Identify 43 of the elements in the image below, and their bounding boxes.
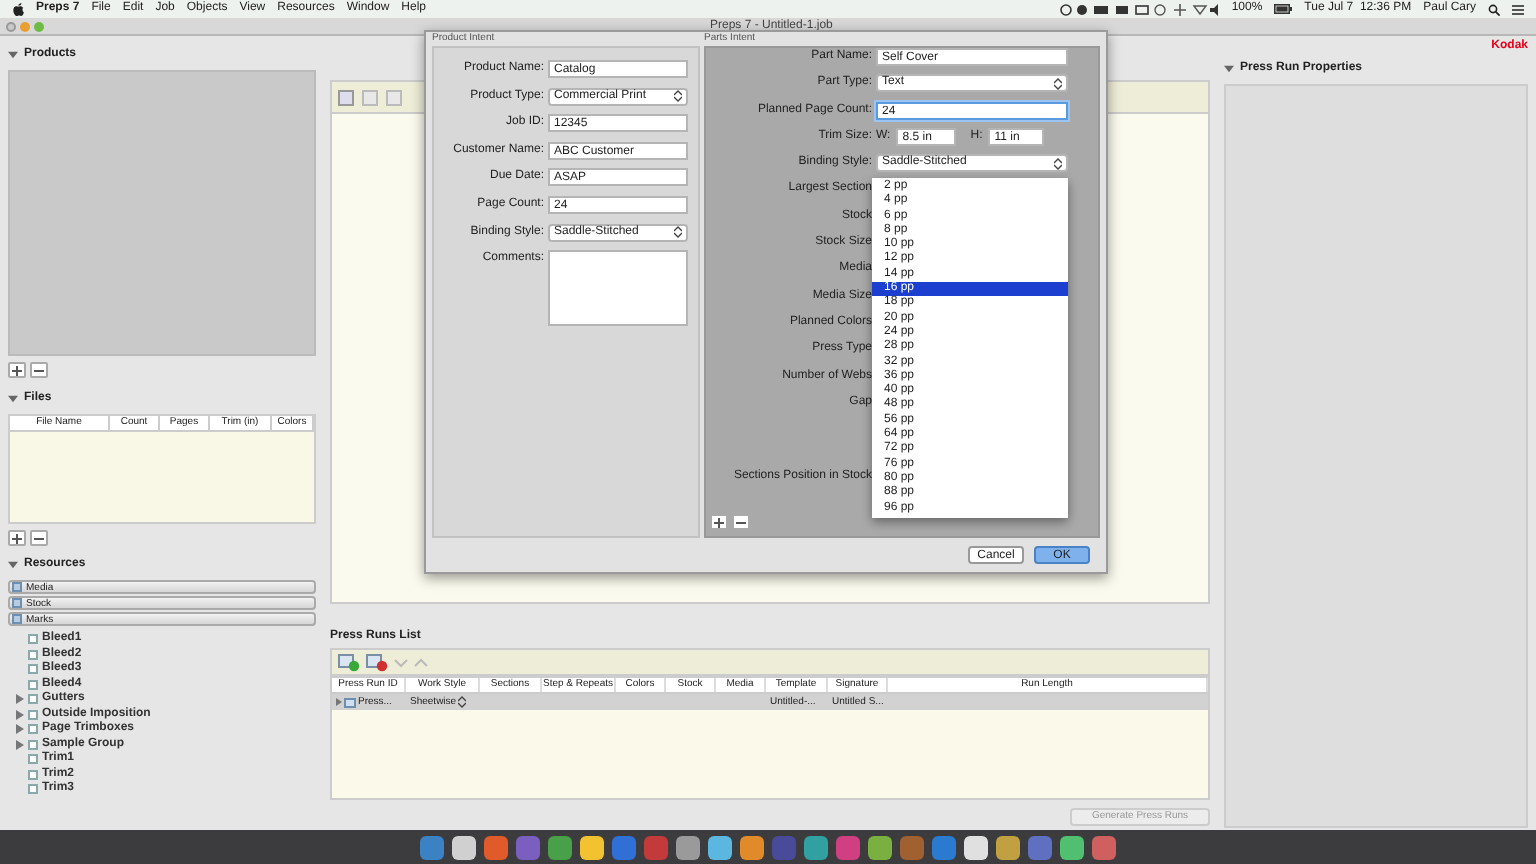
updown-arrows-icon	[1054, 77, 1062, 90]
add-button[interactable]	[8, 530, 26, 546]
app-icon[interactable]	[868, 835, 892, 859]
remove-button[interactable]	[30, 362, 48, 378]
app-icon[interactable]	[548, 835, 572, 859]
updown-arrows-icon	[1054, 157, 1062, 170]
close-icon[interactable]	[6, 21, 16, 31]
status-icons-drawing[interactable]	[1059, 3, 1220, 15]
minus-icon	[34, 533, 44, 543]
list-icon[interactable]	[1512, 3, 1524, 15]
search-icon[interactable]	[1488, 3, 1500, 15]
plus-icon	[12, 365, 22, 375]
add-button[interactable]	[710, 514, 728, 530]
updown-arrows-icon	[458, 696, 467, 708]
remove-button[interactable]	[732, 514, 750, 530]
add-button[interactable]	[8, 362, 26, 378]
disclosure-triangle-icon[interactable]	[8, 50, 18, 60]
app-icon[interactable]	[452, 835, 476, 859]
expand-arrow-icon[interactable]	[336, 698, 342, 706]
disclosure-triangle-icon[interactable]	[8, 394, 18, 404]
app-icon[interactable]	[804, 835, 828, 859]
app-icon[interactable]	[964, 835, 988, 859]
app-icon[interactable]	[740, 835, 764, 859]
disclosure-triangle-icon[interactable]	[8, 560, 18, 570]
app-icon[interactable]	[676, 835, 700, 859]
app-icon[interactable]	[996, 835, 1020, 859]
delete-press-run-icon[interactable]	[366, 653, 388, 671]
updown-arrows-icon	[674, 90, 682, 103]
comments-field[interactable]	[548, 250, 688, 327]
app-icon[interactable]	[708, 835, 732, 859]
battery-icon[interactable]	[1274, 4, 1293, 14]
minus-icon	[34, 365, 44, 375]
remove-button[interactable]	[30, 530, 48, 546]
plus-icon	[12, 533, 22, 543]
apple-logo-icon[interactable]	[12, 2, 24, 16]
updown-arrows-icon	[674, 226, 682, 239]
add-press-run-icon[interactable]	[338, 653, 360, 671]
press-run-icon	[344, 697, 356, 707]
disclosure-triangle-icon[interactable]	[1224, 64, 1234, 74]
minus-icon	[736, 517, 746, 527]
app-icon[interactable]	[1060, 835, 1084, 859]
app-icon[interactable]	[580, 835, 604, 859]
plus-icon	[714, 517, 724, 527]
